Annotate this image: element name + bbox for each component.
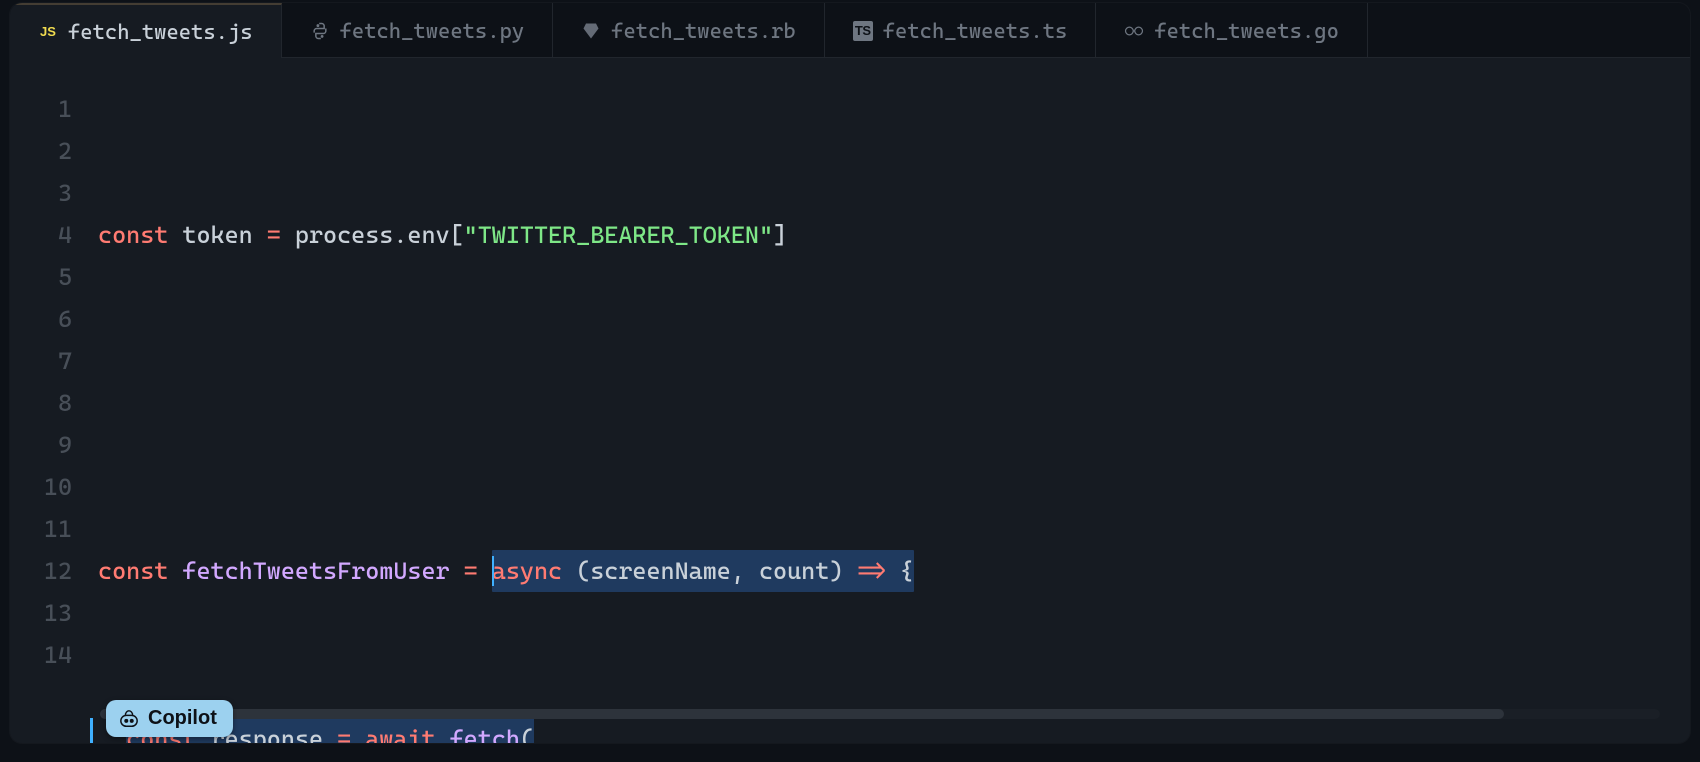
line-number: 10 <box>10 466 90 508</box>
selection-edge <box>90 718 93 743</box>
copilot-icon <box>118 709 140 729</box>
line-number: 9 <box>10 424 90 466</box>
tab-fetch-tweets-py[interactable]: fetch_tweets.py <box>282 3 554 58</box>
javascript-icon: JS <box>38 22 58 42</box>
line-number-gutter: 1 2 3 4 5 6 7 8 9 10 11 12 13 14 <box>10 88 90 743</box>
tab-fetch-tweets-go[interactable]: fetch_tweets.go <box>1096 3 1368 58</box>
line-number: 6 <box>10 298 90 340</box>
tab-fetch-tweets-js[interactable]: JS fetch_tweets.js <box>10 3 282 58</box>
tab-fetch-tweets-ts[interactable]: TS fetch_tweets.ts <box>825 3 1097 58</box>
code-editor[interactable]: 1 2 3 4 5 6 7 8 9 10 11 12 13 14 const t… <box>10 58 1690 743</box>
tab-label: fetch_tweets.ts <box>883 19 1068 43</box>
line-number: 2 <box>10 130 90 172</box>
line-number: 1 <box>10 88 90 130</box>
line-number: 13 <box>10 592 90 634</box>
code-line[interactable]: const fetchTweetsFromUser = async (scree… <box>90 550 1690 592</box>
tab-label: fetch_tweets.rb <box>611 19 796 43</box>
code-line[interactable]: const token = process.env["TWITTER_BEARE… <box>90 214 1690 256</box>
tab-label: fetch_tweets.py <box>340 19 525 43</box>
ruby-icon <box>581 21 601 41</box>
line-number: 8 <box>10 382 90 424</box>
line-number: 14 <box>10 634 90 676</box>
tab-fetch-tweets-rb[interactable]: fetch_tweets.rb <box>553 3 825 58</box>
line-number: 5 <box>10 256 90 298</box>
cursor-caret <box>492 556 494 586</box>
line-number: 7 <box>10 340 90 382</box>
code-line[interactable] <box>90 382 1690 424</box>
typescript-icon: TS <box>853 21 873 41</box>
code-content[interactable]: const token = process.env["TWITTER_BEARE… <box>90 88 1690 743</box>
line-number: 12 <box>10 550 90 592</box>
tab-bar: JS fetch_tweets.js fetch_tweets.py fetch… <box>10 3 1690 58</box>
line-number: 4 <box>10 214 90 256</box>
line-number: 11 <box>10 508 90 550</box>
tab-label: fetch_tweets.go <box>1154 19 1339 43</box>
copilot-label: Copilot <box>148 707 217 730</box>
go-icon <box>1124 21 1144 41</box>
python-icon <box>310 21 330 41</box>
tab-label: fetch_tweets.js <box>68 20 253 44</box>
editor-window: JS fetch_tweets.js fetch_tweets.py fetch… <box>10 3 1690 743</box>
scrollbar-thumb[interactable] <box>100 709 1504 719</box>
line-number: 3 <box>10 172 90 214</box>
copilot-button[interactable]: Copilot <box>106 700 233 737</box>
code-line[interactable]: const response = await fetch( <box>90 718 1690 743</box>
horizontal-scrollbar[interactable] <box>100 709 1660 719</box>
